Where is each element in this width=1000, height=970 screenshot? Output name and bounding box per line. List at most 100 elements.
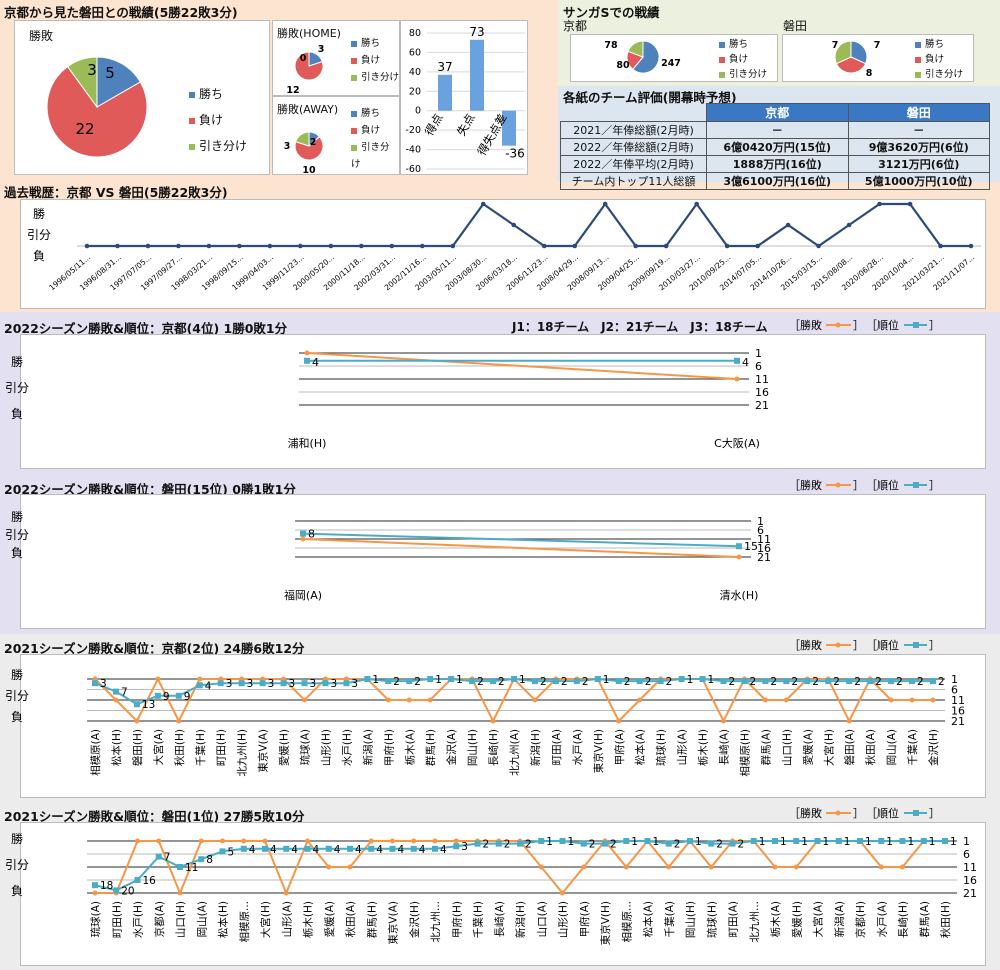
- rank-data-label: 4: [312, 356, 319, 369]
- si-legend-draw: 引き分け: [925, 69, 964, 80]
- home-pie-card: 勝敗(HOME) 3 12 0 勝ち 負け 引き分け: [272, 20, 400, 96]
- rank-data-label: 2: [749, 676, 756, 688]
- rank-data-label: 3: [289, 678, 296, 690]
- rank-data-label: 4: [334, 844, 341, 856]
- legend-rank-label: ［順位: [866, 806, 899, 820]
- away-legend-win: 勝ち: [361, 108, 381, 119]
- goal-bar-value: -36: [505, 147, 525, 161]
- rank-point: [804, 678, 811, 685]
- history-point: [785, 222, 791, 228]
- sanga-iwata-name: 磐田: [783, 19, 808, 33]
- history-point: [84, 243, 90, 249]
- rank-point: [678, 676, 685, 682]
- rank-data-label: 1: [653, 836, 660, 848]
- season-y-label: 勝: [11, 831, 23, 846]
- history-point: [267, 243, 273, 249]
- match-label: 松本(H): [217, 901, 230, 938]
- result-point: [411, 838, 417, 844]
- rank-point: [835, 838, 842, 844]
- result-point: [177, 890, 183, 896]
- match-label: 愛媛(H): [278, 729, 291, 766]
- season-y-label: 引分: [5, 528, 29, 542]
- rank-point: [750, 838, 757, 844]
- legend-rank-marker: [913, 810, 919, 816]
- goal-tick-label: 40: [409, 67, 421, 78]
- rank-data-label: 1: [886, 836, 893, 848]
- rank-data-label: 2: [561, 676, 568, 688]
- rank-point: [602, 840, 608, 847]
- pie-label-draw: 0: [300, 53, 307, 64]
- legend-draw: 引き分け: [199, 139, 248, 153]
- season-2021-kyoto-chart: ［勝敗 ］ ［順位 ］勝引分負1611162137139 94 3 3 3 3 3 3 3 1 2 2 1 1 2…: [5, 638, 965, 777]
- rank-point: [453, 843, 460, 850]
- rank-tick-label: 6: [963, 848, 970, 861]
- result-point: [616, 718, 622, 724]
- rank-tick-label: 16: [755, 386, 769, 399]
- rank-data-label: 2: [414, 676, 421, 688]
- match-label: 北九州(H): [237, 729, 249, 777]
- rank-data-label: 1: [603, 674, 610, 686]
- history-point: [846, 222, 852, 228]
- rank-data-label: 1: [759, 836, 766, 848]
- match-label: 東京V(H): [592, 729, 605, 773]
- rank-point: [304, 845, 311, 852]
- result-point: [241, 838, 247, 844]
- rank-data-label: 9: [163, 691, 170, 703]
- rank-tick-label: 1: [963, 835, 970, 848]
- rank-tick-label: 21: [755, 399, 769, 412]
- result-point: [390, 838, 395, 844]
- rank-data-label: 3: [247, 678, 254, 690]
- match-label: 愛媛(H): [790, 901, 803, 938]
- match-label: 長崎(H): [897, 901, 910, 938]
- season-y-label: 勝: [11, 667, 23, 682]
- result-point: [302, 697, 307, 703]
- result-point: [900, 864, 905, 870]
- match-label: 相模原...: [620, 901, 633, 943]
- rank-point: [783, 678, 790, 685]
- match-label: 大宮(H): [822, 729, 835, 766]
- match-label: 栃木(A): [769, 901, 782, 937]
- result-point: [846, 718, 852, 724]
- rank-data-label: 3: [351, 678, 358, 690]
- match-label: 福岡(A): [284, 588, 322, 602]
- rank-tick-label: 6: [755, 360, 762, 373]
- rank-point: [552, 678, 559, 685]
- legend-bracket: ］: [853, 807, 864, 820]
- match-label: 琉球(A): [299, 729, 312, 765]
- eval-kyoto-value: 3億6100万円(16位): [706, 172, 849, 190]
- season-2022-iwata-card: ［勝敗 ］ ［順位 ］ 勝引分負 1 6 11 16 21 8 15 福岡(A) 清水(H): [5, 478, 986, 629]
- goal-bar-0: [438, 74, 452, 111]
- legend-rank-label: ［順位: [866, 638, 899, 652]
- rank-point: [857, 838, 863, 844]
- rank-point: [304, 357, 310, 364]
- rank-data-label: 4: [398, 844, 405, 856]
- legend-bracket: ］: [929, 319, 940, 332]
- result-point: [304, 350, 310, 356]
- history-point: [541, 243, 547, 249]
- history-y-label: 負: [33, 249, 45, 263]
- si-legend-loss: 負け: [925, 54, 945, 65]
- result-point: [721, 718, 726, 724]
- history-point: [389, 243, 395, 249]
- match-label: 相模原...: [238, 901, 251, 943]
- rank-point: [177, 864, 183, 870]
- pie-label-loss: 12: [286, 85, 299, 96]
- legend-result-label: ［勝敗: [789, 478, 822, 492]
- rank-point: [657, 678, 664, 685]
- eval-kyoto-value: －: [706, 121, 849, 139]
- rank-point: [699, 676, 706, 682]
- rank-point: [262, 845, 268, 852]
- rank-data-label: 1: [865, 836, 872, 848]
- match-label: 千葉(H): [472, 901, 485, 938]
- match-label: 群馬(A): [759, 729, 772, 765]
- eval-row-label: 2022／年俸総額(2月時): [560, 138, 707, 156]
- eval-row: 2022／年俸総額(2月時) 6億0420万円(15位) 9億3620万円(6位): [560, 138, 990, 156]
- rank-data-label: 3: [330, 678, 337, 690]
- match-label: 京都(A): [153, 901, 166, 937]
- rank-data-label: 15: [744, 540, 758, 553]
- legend-rank-label: ［順位: [866, 478, 899, 492]
- rank-data-label: 4: [291, 844, 298, 856]
- history-point: [328, 243, 334, 249]
- history-point: [938, 243, 943, 249]
- rank-point: [623, 838, 630, 844]
